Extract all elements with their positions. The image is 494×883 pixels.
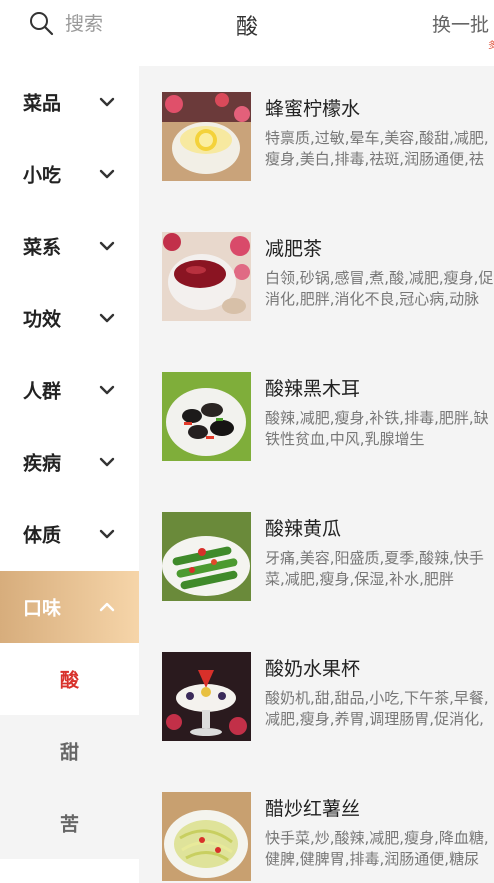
chevron-down-icon (99, 169, 115, 179)
recipe-thumbnail (162, 92, 251, 181)
sidebar-item-label: 口味 (23, 597, 62, 620)
sidebar-item-disease[interactable]: 疾病 (0, 426, 139, 498)
sidebar-item-label: 人群 (23, 380, 62, 403)
recipe-name: 酸辣黄瓜 (265, 518, 342, 540)
chevron-down-icon (99, 385, 115, 395)
sidebar-item-efficacy[interactable]: 功效 (0, 282, 139, 354)
recipe-thumbnail (162, 512, 251, 601)
recipe-name: 酸辣黑木耳 (265, 378, 361, 400)
top-bar: 搜索 酸 换一批 多 (0, 0, 494, 51)
recipe-thumbnail (162, 232, 251, 321)
sidebar-item-taste[interactable]: 口味 (0, 571, 139, 643)
recipe-thumbnail (162, 792, 251, 881)
recipe-card[interactable]: 酸奶水果杯 酸奶机,甜,甜品,小吃,下午茶,早餐,减肥,瘦身,养胃,调理肠胃,促… (139, 626, 494, 766)
recipe-name: 减肥茶 (265, 238, 323, 260)
recipe-tags: 牙痛,美容,阳盛质,夏季,酸辣,快手菜,减肥,瘦身,保湿,补水,肥胖 (265, 549, 484, 588)
taste-option-sour[interactable]: 酸 (0, 643, 139, 715)
honey-lemon-drink-image (162, 92, 251, 181)
sidebar-item-label: 小吃 (23, 164, 62, 187)
taste-option-label: 酸 (59, 669, 79, 692)
sidebar-item-label: 体质 (23, 524, 62, 547)
chevron-down-icon (99, 97, 115, 107)
sidebar-item-label: 功效 (23, 308, 62, 331)
recipe-tags: 酸奶机,甜,甜品,小吃,下午茶,早餐,减肥,瘦身,养胃,调理肠胃,促消化, (265, 689, 489, 728)
recipe-thumbnail (162, 372, 251, 461)
sidebar-item-snacks[interactable]: 小吃 (0, 138, 139, 210)
recipe-list: 蜂蜜柠檬水 特禀质,过敏,晕车,美容,酸甜,减肥,瘦身,美白,排毒,祛斑,润肠通… (139, 66, 494, 883)
recipe-card[interactable]: 蜂蜜柠檬水 特禀质,过敏,晕车,美容,酸甜,减肥,瘦身,美白,排毒,祛斑,润肠通… (139, 66, 494, 206)
wood-ear-fungus-image (162, 372, 251, 461)
chevron-down-icon (99, 313, 115, 323)
recipe-card[interactable]: 减肥茶 白领,砂锅,感冒,煮,酸,减肥,瘦身,促消化,肥胖,消化不良,冠心病,动… (139, 206, 494, 346)
sidebar-item-label: 菜系 (23, 236, 62, 259)
category-sidebar: 菜品 小吃 菜系 功效 人群 疾病 体质 口味 酸 甜 苦 (0, 66, 139, 883)
recipe-name: 酸奶水果杯 (265, 658, 361, 680)
sidebar-item-label: 菜品 (23, 92, 62, 115)
recipe-card[interactable]: 醋炒红薯丝 快手菜,炒,酸辣,减肥,瘦身,降血糖,健脾,健脾胃,排毒,润肠通便,… (139, 766, 494, 883)
chevron-down-icon (99, 457, 115, 467)
recipe-card[interactable]: 酸辣黑木耳 酸辣,减肥,瘦身,补铁,排毒,肥胖,缺铁性贫血,中风,乳腺增生 (139, 346, 494, 486)
vinegar-sweet-potato-image (162, 792, 251, 881)
recipe-name: 醋炒红薯丝 (265, 798, 361, 820)
sidebar-item-crowd[interactable]: 人群 (0, 354, 139, 426)
recipe-tags: 特禀质,过敏,晕车,美容,酸甜,减肥,瘦身,美白,排毒,祛斑,润肠通便,祛 (265, 129, 489, 168)
spicy-cucumber-image (162, 512, 251, 601)
refresh-button[interactable]: 换一批 (432, 10, 489, 37)
slimming-tea-image (162, 232, 251, 321)
recipe-card[interactable]: 酸辣黄瓜 牙痛,美容,阳盛质,夏季,酸辣,快手菜,减肥,瘦身,保湿,补水,肥胖 (139, 486, 494, 626)
chevron-down-icon (99, 529, 115, 539)
sidebar-item-dishes[interactable]: 菜品 (0, 66, 139, 138)
taste-option-label: 甜 (59, 741, 79, 764)
sidebar-item-label: 疾病 (23, 452, 62, 475)
recipe-thumbnail (162, 652, 251, 741)
sidebar-item-cuisine[interactable]: 菜系 (0, 210, 139, 282)
recipe-tags: 白领,砂锅,感冒,煮,酸,减肥,瘦身,促消化,肥胖,消化不良,冠心病,动脉 (265, 269, 494, 308)
taste-option-label: 苦 (59, 813, 79, 836)
chevron-up-icon (99, 602, 115, 612)
recipe-tags: 酸辣,减肥,瘦身,补铁,排毒,肥胖,缺铁性贫血,中风,乳腺增生 (265, 409, 489, 448)
chevron-down-icon (99, 241, 115, 251)
refresh-badge: 多 (488, 41, 494, 51)
taste-option-sweet[interactable]: 甜 (0, 715, 139, 787)
recipe-tags: 快手菜,炒,酸辣,减肥,瘦身,降血糖,健脾,健脾胃,排毒,润肠通便,糖尿 (265, 829, 489, 868)
taste-option-bitter[interactable]: 苦 (0, 787, 139, 859)
yogurt-fruit-cup-image (162, 652, 251, 741)
recipe-name: 蜂蜜柠檬水 (265, 98, 361, 120)
sidebar-item-constitution[interactable]: 体质 (0, 498, 139, 570)
page-title: 酸 (235, 15, 258, 40)
